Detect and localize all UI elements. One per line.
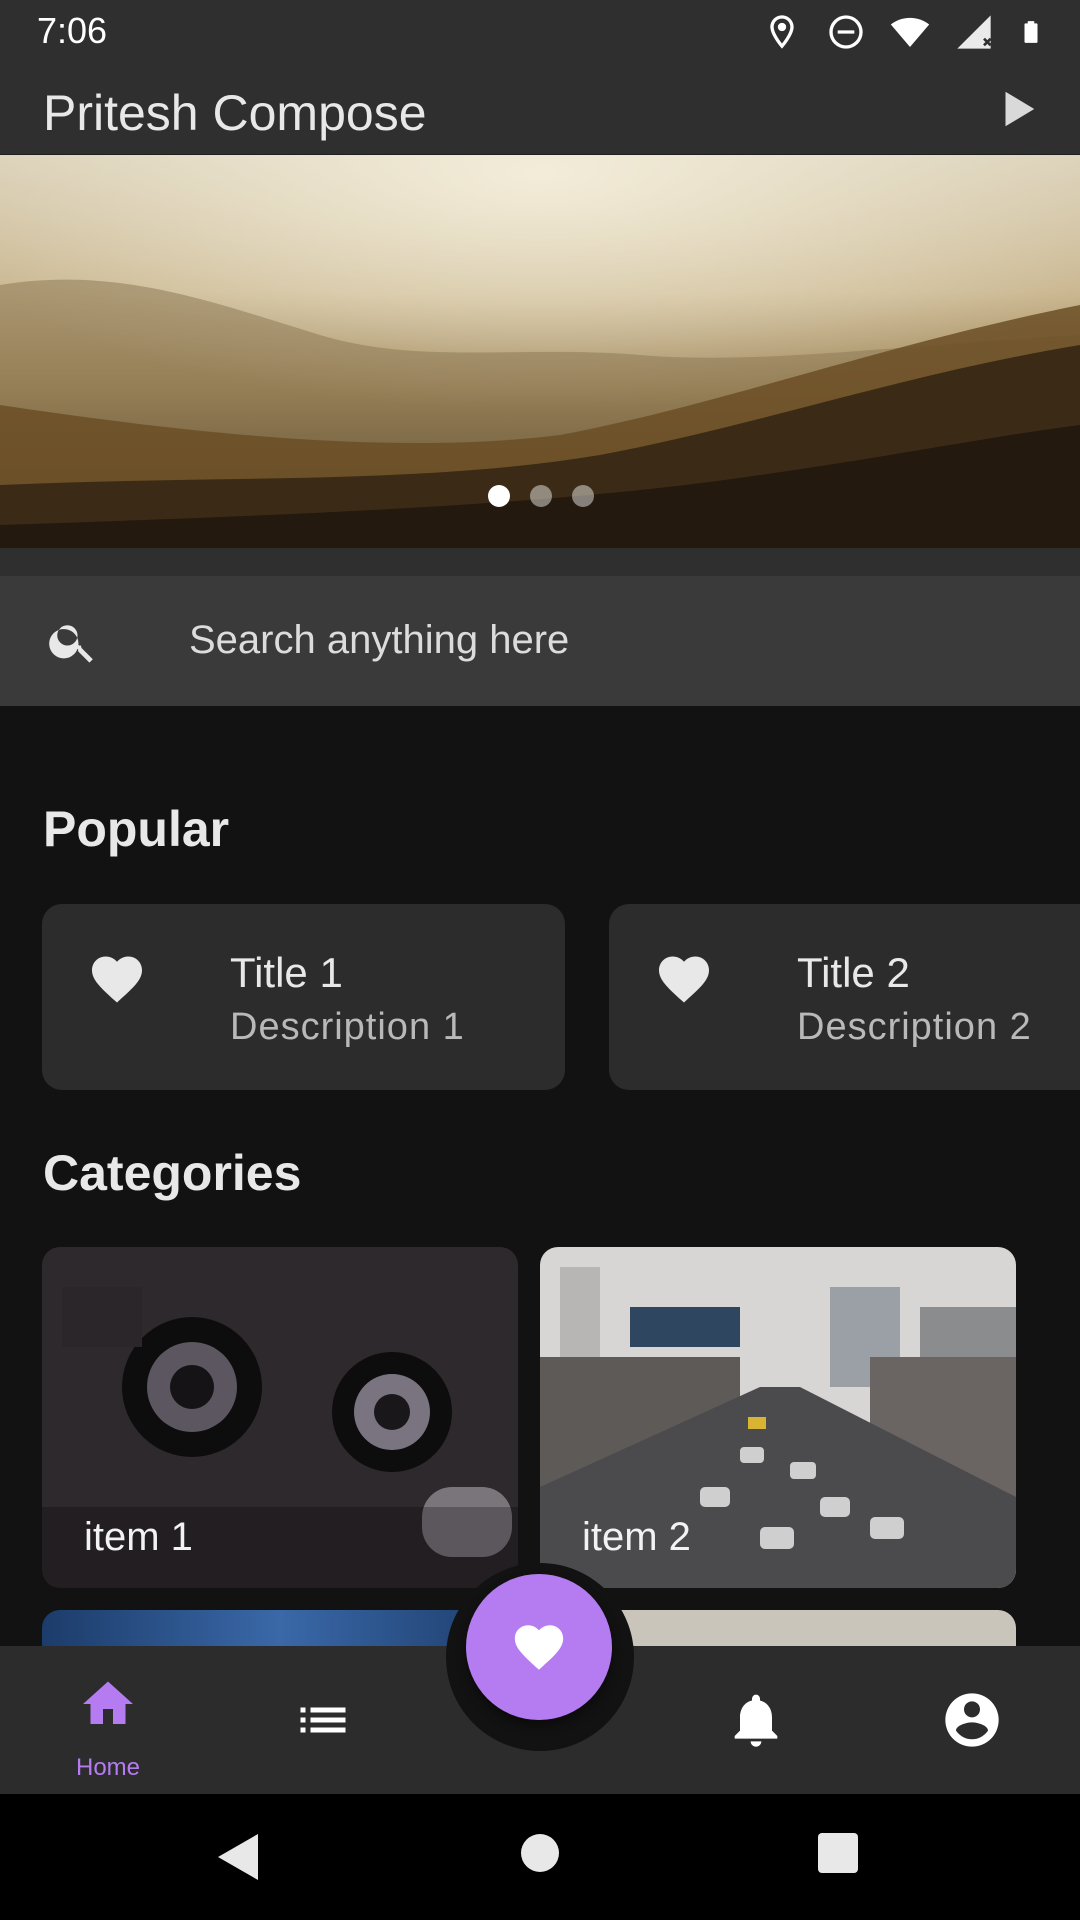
carousel-dot[interactable] [530,485,552,507]
status-icons [762,12,1044,52]
card-title: Title 1 [230,949,343,996]
app-title: Pritesh Compose [43,85,427,141]
list-icon [300,1707,346,1733]
heart-icon [514,1625,564,1670]
heart-icon [87,949,147,1009]
bell-icon [734,1694,778,1747]
category-label: item 2 [582,1515,691,1559]
favorite-fab[interactable] [466,1574,612,1720]
status-bar: 7:06 [0,0,1080,64]
category-tile[interactable]: item 2 [540,1247,1016,1588]
home-circle-icon[interactable] [519,1832,561,1874]
status-time: 7:06 [37,10,108,51]
popular-card[interactable]: Title 1 Description 1 [42,904,565,1090]
recents-icon[interactable] [817,1832,859,1874]
nav-item-profile[interactable] [897,1646,1047,1794]
nav-item-notifications[interactable] [681,1646,831,1794]
popular-section-title: Popular [43,801,230,857]
play-button[interactable] [994,86,1040,132]
home-icon [83,1681,133,1724]
wifi-icon [890,17,930,47]
app-bar: Pritesh Compose [0,64,1080,155]
card-description: Description 2 [797,1006,1032,1048]
signal-icon [957,15,992,49]
battery-icon [1024,21,1038,43]
back-icon[interactable] [216,1832,260,1882]
carousel-dot[interactable] [572,485,594,507]
account-icon [945,1693,999,1747]
category-label: item 1 [84,1515,193,1559]
card-description: Description 1 [230,1006,465,1048]
nav-item-list[interactable] [248,1646,398,1794]
do-not-disturb-icon [829,15,863,49]
system-navigation-bar [0,1794,1080,1920]
heart-icon [654,949,714,1009]
search-icon [46,614,100,668]
nav-item-home[interactable]: Home [33,1646,183,1794]
search-input[interactable]: Search anything here [189,618,569,663]
carousel-dot[interactable] [488,485,510,507]
carousel-indicator [488,485,594,507]
play-icon [1005,91,1035,127]
popular-card[interactable]: Title 2 Description 2 [609,904,1080,1090]
card-title: Title 2 [797,949,910,996]
category-tile[interactable]: item 1 [42,1247,518,1588]
divider [0,548,1080,576]
categories-section-title: Categories [43,1145,302,1201]
location-icon [770,15,794,49]
nav-label-home: Home [75,1754,141,1781]
search-bar[interactable]: Search anything here [0,576,1080,706]
